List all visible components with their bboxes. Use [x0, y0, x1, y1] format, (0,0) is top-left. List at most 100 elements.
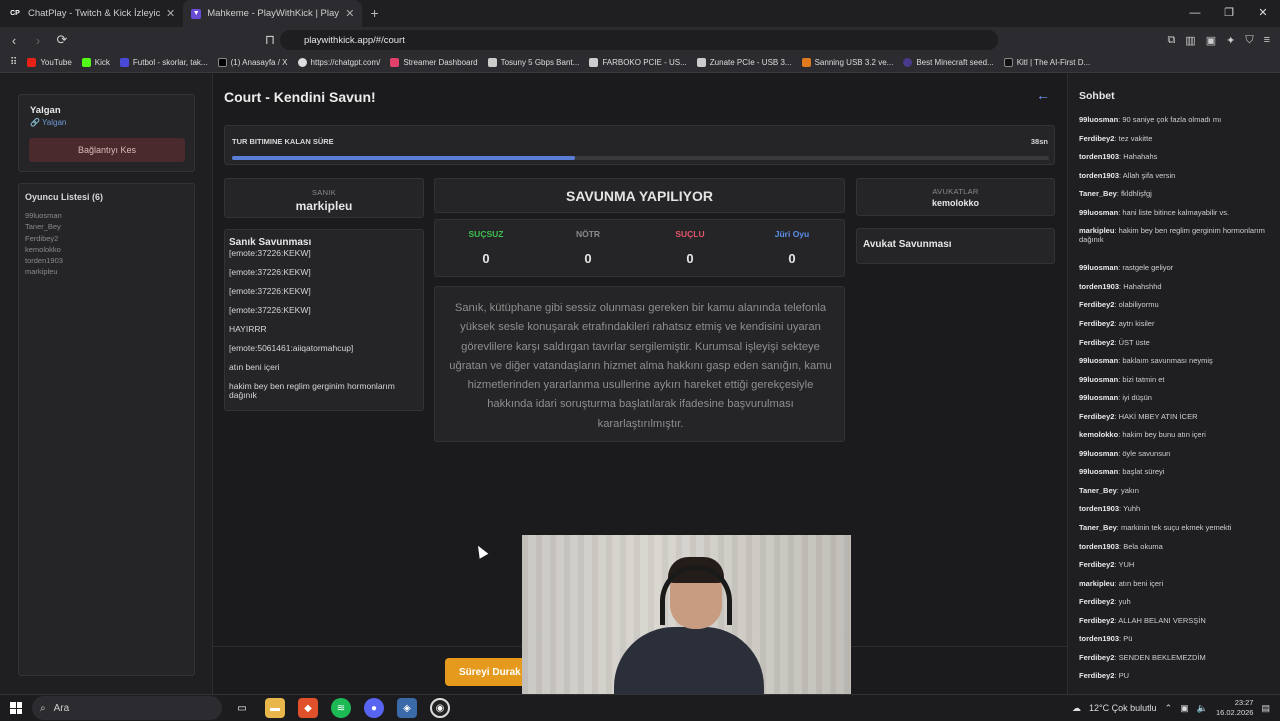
menu-icon[interactable]: ≡ — [1264, 34, 1270, 46]
lawyer-defense-card: Avukat Savunması — [856, 228, 1055, 264]
sidebar-icon[interactable]: ▥ — [1185, 34, 1195, 47]
bookmark-item[interactable]: https://chatgpt.com/ — [297, 58, 380, 67]
chat-text: markinin tek suçu ekmek yemekti — [1120, 523, 1232, 533]
restore-icon[interactable]: ❐ — [1212, 0, 1246, 27]
chat-username: Ferdibey2 — [1079, 337, 1115, 347]
spotify-icon[interactable]: ≋ — [331, 698, 351, 718]
vote-count: 0 — [584, 251, 592, 266]
chat-text: PU — [1118, 671, 1130, 681]
chevron-up-icon[interactable]: ⌃ — [1165, 703, 1173, 714]
chat-text: yakın — [1120, 485, 1139, 495]
lawyer-defense-title: Avukat Savunması — [863, 239, 952, 250]
chat-message: 99luosman: baklaım savunması neymiş — [1079, 356, 1213, 366]
chat-message: Taner_Bey: yakın — [1079, 485, 1139, 495]
chat-username: 99luosman — [1079, 207, 1119, 217]
chatplay-favicon: CP — [8, 8, 22, 19]
address-bar[interactable]: playwithkick.app/#/court — [280, 30, 998, 50]
vote-neutral: NÖTR 0 — [537, 220, 639, 278]
timer-progress-track — [232, 156, 1049, 160]
bookmark-item[interactable]: Sanning USB 3.2 ve... — [801, 58, 893, 67]
reload-icon[interactable]: ⟳ — [52, 32, 72, 48]
ai-icon[interactable]: ✦ — [1226, 34, 1235, 47]
volume-icon[interactable]: 🔈 — [1197, 703, 1208, 714]
disconnect-button[interactable]: Bağlantıyı Kes — [29, 138, 185, 162]
tab-title: Mahkeme - PlayWithKick | PlayW — [207, 8, 340, 19]
chat-message: torden1903: Allah şifa versin — [1079, 170, 1176, 180]
lawyers-caption: AVUKATLAR — [932, 187, 979, 196]
bookmark-item[interactable]: Kick — [81, 58, 110, 67]
chat-text: ÜST üste — [1118, 337, 1150, 347]
back-icon[interactable]: ‹ — [4, 33, 24, 48]
bookmark-item[interactable]: YouTube — [27, 58, 72, 67]
chat-text: hakim bey bunu atın içeri — [1122, 430, 1206, 440]
close-window-icon[interactable]: ✕ — [1246, 0, 1280, 27]
chat-message: Ferdibey2: SENDEN BEKLEMEZDİM — [1079, 652, 1206, 662]
playwithkick-favicon: ▼ — [191, 8, 202, 19]
defense-line: [emote:37226:KEKW] — [229, 286, 311, 296]
chat-username: Ferdibey2 — [1079, 300, 1115, 310]
back-arrow-icon[interactable]: ← — [1036, 87, 1050, 103]
chat-message: kemolokko: hakim bey bunu atın içeri — [1079, 430, 1206, 440]
bookmark-item[interactable]: Zunate PCIe - USB 3... — [696, 58, 792, 67]
court-status: SAVUNMA YAPILIYOR — [565, 188, 714, 204]
tab-chatplay[interactable]: CP ChatPlay - Twitch & Kick İzleyici Etk… — [0, 0, 183, 27]
chat-message: torden1903: Pü — [1079, 634, 1133, 644]
bookmark-item[interactable]: (1) Anasayfa / X — [217, 58, 288, 67]
bookmark-item[interactable]: Kitl | The AI-First D... — [1003, 58, 1090, 67]
close-icon[interactable]: ✕ — [345, 7, 354, 20]
windows-start-icon[interactable] — [10, 702, 22, 714]
tab-mahkeme[interactable]: ▼ Mahkeme - PlayWithKick | PlayW ✕ — [183, 0, 363, 27]
chat-username: Ferdibey2 — [1079, 671, 1115, 681]
bookmark-item[interactable]: Streamer Dashboard — [390, 58, 478, 67]
chat-username: markipleu — [1079, 226, 1115, 236]
vote-count: 0 — [482, 251, 490, 266]
task-view-icon[interactable]: ▭ — [232, 698, 252, 718]
bookmark-item[interactable]: Tosuny 5 Gbps Bant... — [487, 58, 579, 67]
chat-username: 99luosman — [1079, 467, 1119, 477]
obs-icon[interactable]: ◉ — [430, 698, 450, 718]
new-tab-button[interactable]: + — [362, 0, 386, 27]
defense-line: [emote:37226:KEKW] — [229, 267, 311, 277]
discord-icon[interactable]: ● — [364, 698, 384, 718]
bookmark-item[interactable]: Futbol - skorlar, tak... — [119, 58, 208, 67]
chat-username: Taner_Bey — [1079, 189, 1117, 199]
file-explorer-icon[interactable]: ▬ — [265, 698, 285, 718]
timer-label: TUR BITIMINE KALAN SÜRE — [232, 137, 334, 146]
clock[interactable]: 23:27 16.02.2026 — [1216, 698, 1254, 718]
defense-line: atın beni içeri — [229, 362, 280, 372]
chat-text: tez vakitte — [1118, 133, 1153, 143]
taskbar-search[interactable]: ⌕ Ara — [32, 696, 222, 720]
list-item: torden1903 — [25, 256, 63, 266]
defendant-header: SANIK markipleu — [224, 178, 424, 218]
chat-text: iyi düşün — [1122, 393, 1152, 403]
bookmark-icon[interactable]: ⊓ — [260, 32, 280, 48]
chat-message: Ferdibey2: ÜST üste — [1079, 337, 1150, 347]
forward-icon[interactable]: › — [28, 33, 48, 48]
weather-text[interactable]: 12°C Çok bulutlu — [1089, 703, 1157, 713]
chat-message: Ferdibey2: PU — [1079, 671, 1130, 681]
url-text: playwithkick.app/#/court — [304, 34, 405, 46]
chat-text: öyle savunsun — [1122, 448, 1171, 458]
wallet-icon[interactable]: ▣ — [1206, 34, 1216, 47]
chat-text: YUH — [1118, 560, 1135, 570]
bookmark-item[interactable]: Best Minecraft seed... — [903, 58, 994, 67]
chat-username: torden1903 — [1079, 170, 1120, 180]
timer-progress-fill — [232, 156, 576, 160]
brave-browser-icon[interactable]: ◆ — [298, 698, 318, 718]
defense-line: [emote:5061461:aiiqatormahcup] — [229, 343, 354, 353]
notification-icon[interactable]: ▤ — [1261, 703, 1270, 714]
user-link[interactable]: 🔗 Yalgan — [30, 118, 66, 127]
app-icon[interactable]: ◈ — [397, 698, 417, 718]
network-icon[interactable]: ▣ — [1180, 703, 1189, 714]
minimize-icon[interactable]: — — [1178, 0, 1212, 27]
chat-message: Ferdibey2: HAKİ MBEY ATIN İCER — [1079, 411, 1198, 421]
chat-message: Ferdibey2: yuh — [1079, 597, 1131, 607]
close-icon[interactable]: ✕ — [166, 7, 175, 20]
extensions-icon[interactable]: ⧉ — [1167, 34, 1175, 47]
chat-username: torden1903 — [1079, 504, 1120, 514]
bookmark-item[interactable]: FARBOKO PCIE - US... — [589, 58, 687, 67]
vote-label: NÖTR — [575, 229, 601, 239]
vpn-icon[interactable]: ⛉ — [1245, 34, 1253, 47]
list-item: markipleu — [25, 267, 58, 277]
apps-icon[interactable]: ⠿ — [10, 57, 17, 68]
